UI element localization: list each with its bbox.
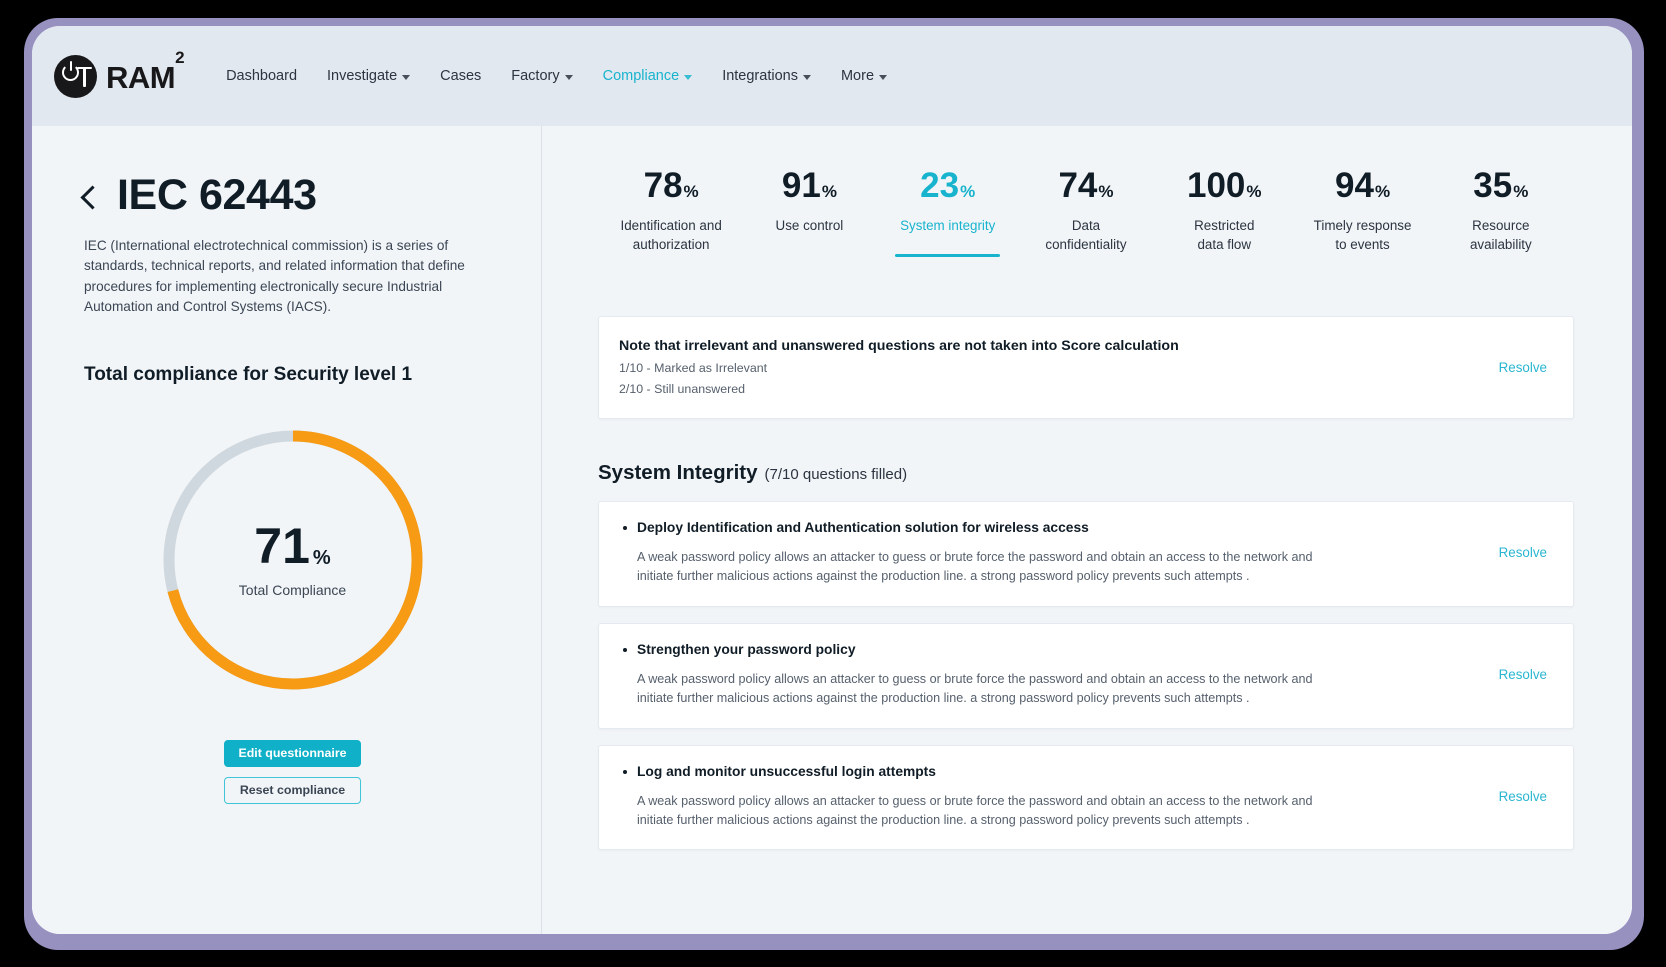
nav-label: Integrations	[722, 68, 798, 84]
question-title: Log and monitor unsuccessful login attem…	[621, 764, 1453, 779]
nav-label: Dashboard	[226, 68, 298, 84]
kpi-value: 78%	[643, 166, 699, 205]
note-line-unanswered: 2/10 - Still unanswered	[619, 382, 746, 397]
section-title: System Integrity	[598, 461, 758, 485]
kpi-label: Timely response to events	[1313, 218, 1412, 253]
question-description: A weak password policy allows an attacke…	[637, 550, 1313, 583]
chevron-down-icon	[402, 74, 411, 80]
kpi-tab-identification-and-authorization[interactable]: 78% Identification and authorization	[602, 168, 740, 276]
donut-value-unit: %	[312, 547, 331, 570]
main-nav: Dashboard Investigate Cases Factory Comp…	[226, 68, 888, 84]
question-card: Log and monitor unsuccessful login attem…	[598, 744, 1574, 851]
kpi-value: 74%	[1058, 166, 1114, 205]
kpi-tab-system-integrity[interactable]: 23% System integrity	[879, 166, 1017, 258]
kpi-tab-restricted-data-flow[interactable]: 100% Restricted data flow	[1155, 168, 1293, 276]
chevron-down-icon	[879, 74, 888, 80]
edit-questionnaire-button[interactable]: Edit questionnaire	[224, 739, 361, 767]
compliance-donut-wrap: 71% Total Compliance	[84, 424, 501, 696]
nav-item-more[interactable]: More	[840, 68, 888, 84]
nav-item-factory[interactable]: Factory	[511, 68, 573, 84]
section-subtitle: (7/10 questions filled)	[764, 466, 908, 484]
note-resolve-link[interactable]: Resolve	[1499, 360, 1547, 375]
question-resolve-link[interactable]: Resolve	[1499, 789, 1547, 804]
total-compliance-donut-chart: 71% Total Compliance	[157, 424, 429, 696]
question-title: Deploy Identification and Authentication…	[621, 520, 1453, 535]
chevron-down-icon	[802, 74, 811, 80]
section-heading: System Integrity (7/10 questions filled)	[598, 461, 1574, 485]
reset-compliance-button[interactable]: Reset compliance	[224, 776, 361, 804]
question-text-block: Log and monitor unsuccessful login attem…	[621, 764, 1471, 830]
note-line-irrelevant: 1/10 - Marked as Irrelevant	[619, 361, 768, 376]
nav-label: Factory	[511, 68, 560, 84]
page-title: IEC 62443	[117, 171, 317, 219]
kpi-tab-timely-response-to-events[interactable]: 94% Timely response to events	[1293, 168, 1431, 276]
donut-center-labels: 71% Total Compliance	[157, 424, 429, 696]
nav-label: Investigate	[327, 68, 398, 84]
question-card: Deploy Identification and Authentication…	[598, 501, 1574, 607]
kpi-tab-data-confidentiality[interactable]: 74% Data confidentiality	[1017, 168, 1155, 276]
ot-power-logo-icon	[54, 54, 97, 98]
kpi-tabs: 78% Identification and authorization 91% …	[598, 168, 1574, 276]
question-description: A weak password policy allows an attacke…	[637, 671, 1313, 705]
app-outer-frame: RAM2 Dashboard Investigate Cases Factory	[24, 18, 1644, 950]
kpi-tab-resource-availability[interactable]: 35% Resource availability	[1432, 168, 1570, 276]
nav-item-dashboard[interactable]: Dashboard	[226, 68, 297, 84]
nav-item-integrations[interactable]: Integrations	[722, 68, 811, 84]
nav-label: More	[840, 68, 875, 84]
donut-value: 71%	[254, 521, 330, 571]
question-resolve-link[interactable]: Resolve	[1499, 545, 1547, 560]
question-resolve-link[interactable]: Resolve	[1499, 667, 1547, 682]
kpi-label: Restricted data flow	[1194, 218, 1255, 253]
left-panel: IEC 62443 IEC (International electrotech…	[32, 126, 542, 934]
nav-label: Compliance	[602, 68, 680, 84]
question-description: A weak password policy allows an attacke…	[637, 793, 1313, 827]
chevron-down-icon	[564, 74, 573, 80]
brand-logo[interactable]: RAM2	[54, 48, 185, 98]
question-text-block: Strengthen your password policy A weak p…	[621, 642, 1471, 708]
right-panel: 78% Identification and authorization 91% …	[542, 126, 1632, 934]
page-title-row: IEC 62443	[80, 171, 501, 219]
question-card: Strengthen your password policy A weak p…	[598, 622, 1574, 729]
kpi-label: Use control	[775, 218, 844, 233]
kpi-value: 94%	[1335, 166, 1391, 205]
nav-label: Cases	[440, 68, 482, 84]
left-action-buttons: Edit questionnaire Reset compliance	[84, 739, 501, 804]
kpi-value: 23%	[920, 166, 976, 205]
kpi-value: 35%	[1473, 166, 1529, 205]
kpi-value: 91%	[781, 166, 837, 205]
donut-caption: Total Compliance	[238, 582, 347, 599]
nav-item-compliance[interactable]: Compliance	[603, 68, 693, 84]
app-window: RAM2 Dashboard Investigate Cases Factory	[32, 26, 1632, 934]
note-title: Note that irrelevant and unanswered ques…	[619, 338, 1179, 355]
kpi-label: System integrity	[900, 218, 996, 233]
top-navigation-bar: RAM2 Dashboard Investigate Cases Factory	[32, 26, 1632, 126]
kpi-label: Identification and authorization	[620, 218, 722, 253]
kpi-value: 100%	[1187, 166, 1262, 205]
donut-value-number: 71	[254, 518, 310, 575]
brand-name: RAM2	[106, 48, 185, 95]
security-level-title: Total compliance for Security level 1	[84, 363, 413, 385]
chevron-down-icon	[684, 74, 693, 80]
chevron-left-icon[interactable]	[80, 185, 105, 210]
page-content: IEC 62443 IEC (International electrotech…	[32, 126, 1632, 934]
score-note-card: Note that irrelevant and unanswered ques…	[598, 316, 1574, 420]
question-text-block: Deploy Identification and Authentication…	[621, 520, 1471, 586]
kpi-label: Data confidentiality	[1045, 218, 1127, 253]
kpi-tab-use-control[interactable]: 91% Use control	[740, 168, 878, 257]
nav-item-cases[interactable]: Cases	[440, 68, 481, 84]
kpi-label: Resource availability	[1469, 218, 1532, 253]
question-list: Deploy Identification and Authentication…	[598, 501, 1574, 851]
question-title: Strengthen your password policy	[621, 642, 1453, 657]
brand-superscript: 2	[175, 48, 185, 68]
nav-item-investigate[interactable]: Investigate	[327, 68, 411, 84]
standard-description: IEC (International electrotechnical comm…	[84, 238, 465, 315]
note-text-block: Note that irrelevant and unanswered ques…	[619, 338, 1179, 396]
